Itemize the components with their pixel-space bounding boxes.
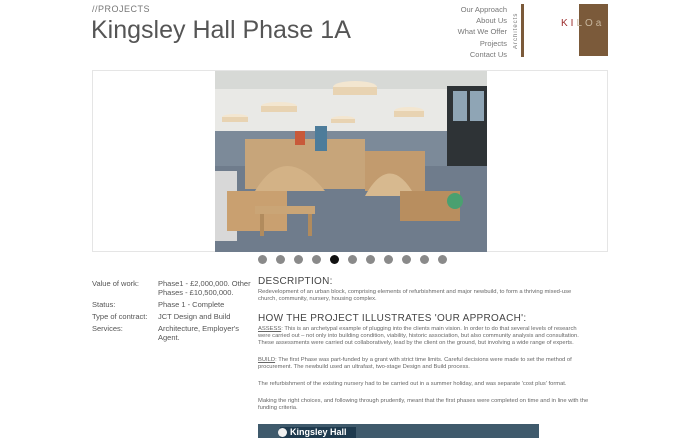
approach-heading: HOW THE PROJECT ILLUSTRATES 'OUR APPROAC…	[258, 313, 527, 324]
project-photo[interactable]	[215, 71, 487, 252]
breadcrumb[interactable]: //PROJECTS	[92, 4, 150, 14]
banner-circle-icon	[278, 428, 287, 437]
page-title: Kingsley Hall Phase 1A	[91, 16, 351, 44]
nav-divider-bar	[521, 4, 524, 57]
kiloa-logo[interactable]: KILOa	[561, 4, 608, 56]
nav-contact-us[interactable]: Contact Us	[458, 49, 507, 60]
spec-value: Phase1 - £2,000,000. Other Phases - £10,…	[158, 279, 251, 297]
assess-lead: ASSESS	[258, 326, 282, 332]
spec-value: JCT Design and Build	[158, 312, 231, 321]
description-heading: DESCRIPTION:	[258, 276, 333, 287]
gallery-dot[interactable]	[348, 255, 357, 264]
logo-text: KILOa	[561, 18, 608, 29]
spec-label: Value of work:	[92, 279, 139, 288]
spec-label: Type of contract:	[92, 312, 148, 321]
project-specs: Value of work: Phase1 - £2,000,000. Othe…	[92, 279, 252, 345]
assess-paragraph: ASSESS: This is an archetypal example of…	[258, 326, 590, 347]
gallery-dot[interactable]	[258, 255, 267, 264]
build-text: : The first Phase was part-funded by a g…	[258, 357, 572, 370]
build-lead: BUILD	[258, 357, 276, 363]
logo-white-panel	[561, 4, 579, 56]
nav-about-us[interactable]: About Us	[458, 15, 507, 26]
logo-text-dark: KI	[561, 18, 577, 29]
nursery-paragraph: The refurbishment of the existing nurser…	[258, 381, 567, 387]
nursery-interior-image	[215, 71, 487, 252]
nav-our-approach[interactable]: Our Approach	[458, 4, 507, 15]
spec-row: Status: Phase 1 - Complete	[92, 300, 252, 309]
spec-row: Value of work: Phase1 - £2,000,000. Othe…	[92, 279, 252, 297]
nav-projects[interactable]: Projects	[458, 38, 507, 49]
spec-row: Services: Architecture, Employer's Agent…	[92, 324, 252, 342]
banner-badge: Kingsley Hall	[280, 427, 356, 438]
gallery-dot[interactable]	[276, 255, 285, 264]
gallery-dot[interactable]	[366, 255, 375, 264]
gallery-dot[interactable]	[438, 255, 447, 264]
choices-paragraph: Making the right choices, and following …	[258, 398, 589, 411]
project-description: DESCRIPTION: Redevelopment of an urban b…	[258, 276, 590, 416]
gallery-dot[interactable]	[384, 255, 393, 264]
spec-value: Architecture, Employer's Agent.	[158, 324, 240, 342]
gallery-dot[interactable]	[312, 255, 321, 264]
main-nav: Our Approach About Us What We Offer Proj…	[458, 4, 507, 60]
build-paragraph: BUILD: The first Phase was part-funded b…	[258, 357, 590, 371]
gallery-dot[interactable]	[330, 255, 339, 264]
spec-label: Services:	[92, 324, 123, 333]
spec-value: Phase 1 - Complete	[158, 300, 225, 309]
nav-what-we-offer[interactable]: What We Offer	[458, 26, 507, 37]
spec-label: Status:	[92, 300, 116, 309]
kingsley-hall-banner-image: Kingsley Hall	[258, 424, 539, 438]
logo-text-light: LOa	[576, 18, 605, 29]
gallery-pagination	[258, 255, 447, 264]
spec-row: Type of contract: JCT Design and Build	[92, 312, 252, 321]
photo-gallery	[92, 70, 608, 252]
gallery-dot[interactable]	[402, 255, 411, 264]
gallery-dot[interactable]	[420, 255, 429, 264]
description-text: Redevelopment of an urban block, compris…	[258, 289, 572, 302]
assess-text: : This is an archetypal example of plugg…	[258, 326, 579, 346]
gallery-dot[interactable]	[294, 255, 303, 264]
